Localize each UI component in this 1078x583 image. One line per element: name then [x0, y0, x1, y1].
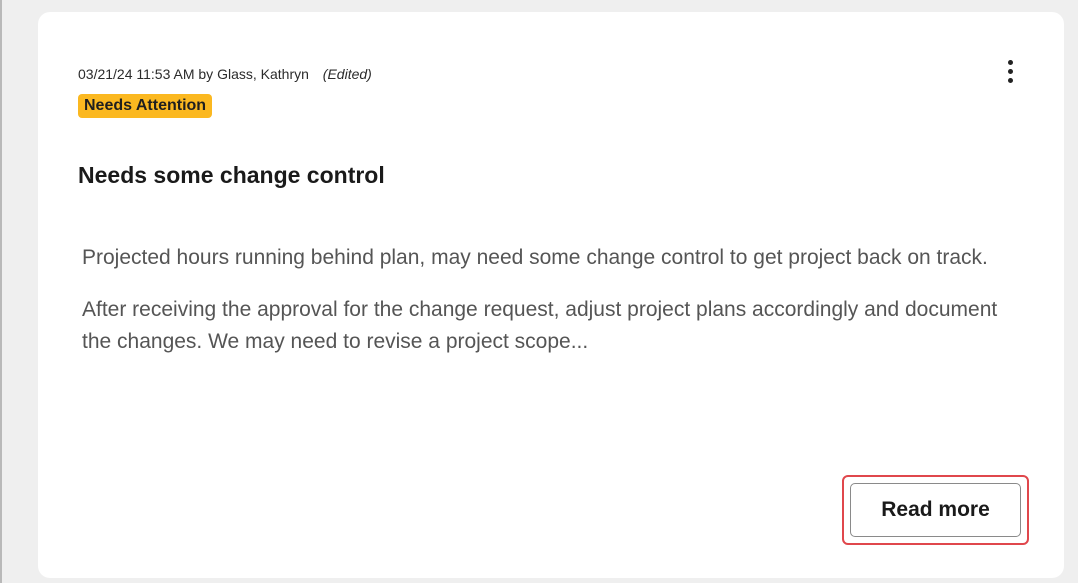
note-card: 03/21/24 11:53 AM by Glass, Kathryn (Edi… [38, 12, 1064, 578]
note-title: Needs some change control [78, 162, 385, 188]
note-timestamp: 03/21/24 11:53 AM [78, 66, 195, 82]
more-actions-icon[interactable] [1000, 60, 1020, 90]
edited-label: (Edited) [322, 66, 372, 82]
kebab-dot [1007, 69, 1013, 74]
note-author: Glass, Kathryn [217, 66, 309, 82]
read-more-focus-highlight: Read more [842, 475, 1029, 545]
note-paragraph: Projected hours running behind plan, may… [82, 246, 988, 269]
note-meta: 03/21/24 11:53 AM by Glass, Kathryn (Edi… [78, 66, 372, 82]
kebab-dot [1007, 60, 1013, 65]
kebab-dot [1007, 78, 1013, 83]
note-by-label: by [198, 66, 214, 82]
note-body: Projected hours running behind plan, may… [82, 242, 1032, 378]
status-badge: Needs Attention [78, 94, 213, 118]
note-paragraph: After receiving the approval for the cha… [82, 298, 998, 353]
page-background: 03/21/24 11:53 AM by Glass, Kathryn (Edi… [0, 0, 1078, 583]
read-more-button[interactable]: Read more [850, 483, 1021, 537]
